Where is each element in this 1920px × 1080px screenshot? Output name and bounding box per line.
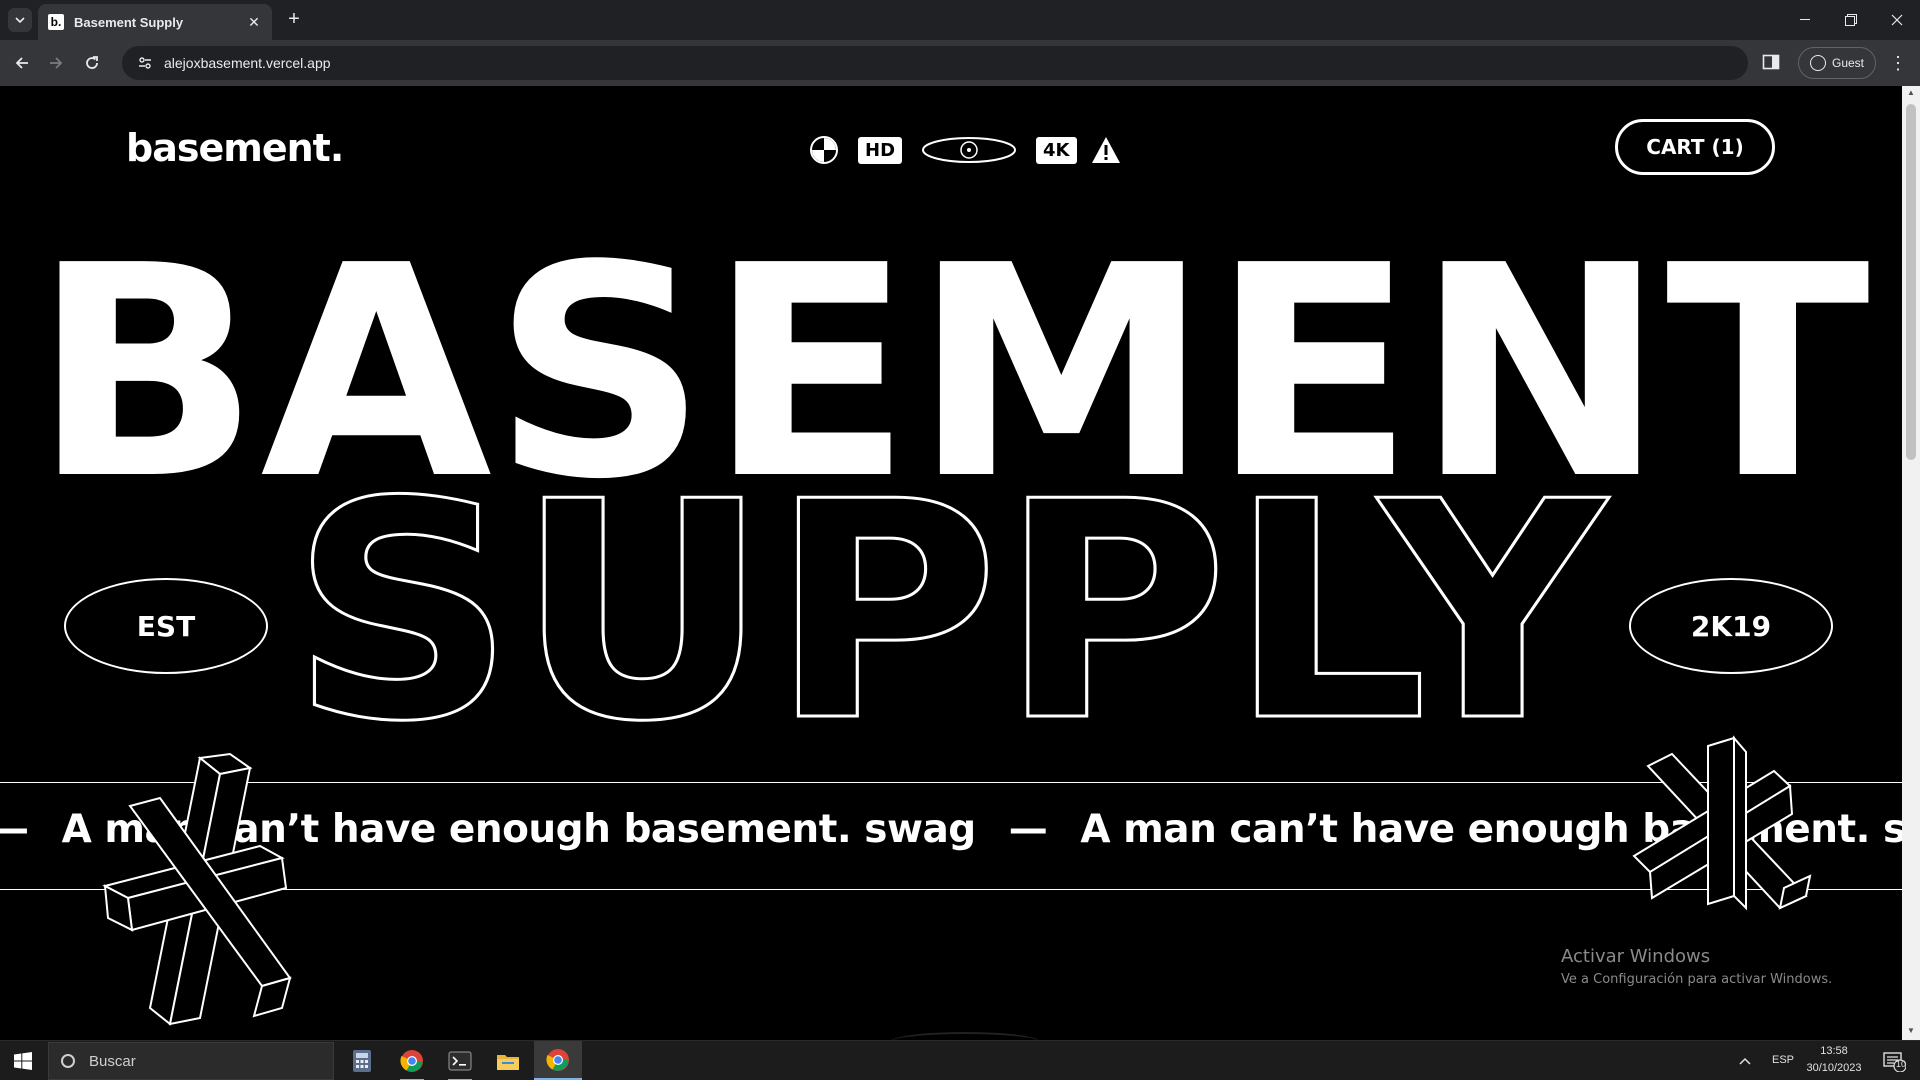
- taskbar-search-input[interactable]: Buscar: [48, 1042, 334, 1080]
- tab-list-icon[interactable]: [8, 8, 32, 32]
- tab-title: Basement Supply: [74, 14, 184, 30]
- search-placeholder: Buscar: [89, 1052, 136, 1070]
- restore-icon[interactable]: [1828, 0, 1874, 40]
- year-badge: 2K19: [1629, 578, 1833, 674]
- chrome-icon[interactable]: [388, 1041, 436, 1080]
- clock-time[interactable]: 13:58: [1796, 1045, 1872, 1057]
- back-icon[interactable]: [8, 49, 36, 77]
- url-text[interactable]: alejoxbasement.vercel.app: [164, 55, 331, 71]
- windows-taskbar: Buscar ESP 13:58 30/10/2023 10: [0, 1040, 1920, 1080]
- windows-activation-watermark: Activar Windows Ve a Configuración para …: [1561, 946, 1832, 987]
- side-panel-icon[interactable]: [1762, 53, 1782, 73]
- close-icon[interactable]: ✕: [246, 14, 262, 31]
- file-explorer-icon[interactable]: [484, 1041, 532, 1080]
- terminal-icon[interactable]: [436, 1041, 484, 1080]
- scroll-thumb[interactable]: [1906, 104, 1916, 460]
- page-viewport: basement. HD 4K CART (1) BASEMENT SUPPLY…: [0, 86, 1902, 1040]
- address-bar[interactable]: alejoxbasement.vercel.app: [122, 46, 1748, 80]
- marquee-dash: —: [1008, 807, 1048, 852]
- clock-date[interactable]: 30/10/2023: [1796, 1062, 1872, 1074]
- favicon: b.: [48, 14, 64, 30]
- browser-tab-strip: b. Basement Supply ✕ +: [0, 0, 1920, 40]
- chrome-icon[interactable]: [534, 1041, 582, 1080]
- kebab-menu-icon[interactable]: ⋮: [1886, 52, 1910, 76]
- scroll-up-icon[interactable]: ▲: [1906, 88, 1916, 98]
- forward-icon[interactable]: [42, 49, 70, 77]
- activation-title: Activar Windows: [1561, 946, 1711, 967]
- calculator-icon[interactable]: [338, 1041, 386, 1080]
- reload-icon[interactable]: [78, 49, 106, 77]
- notifications-icon[interactable]: 10: [1874, 1041, 1914, 1080]
- close-window-icon[interactable]: [1874, 0, 1920, 40]
- cross-3d-left-icon: [102, 752, 292, 1026]
- hero-line-supply: SUPPLY: [290, 438, 1609, 787]
- site-info-icon[interactable]: [136, 54, 154, 72]
- activation-subtitle: Ve a Configuración para activar Windows.: [1561, 972, 1833, 987]
- vertical-scrollbar[interactable]: ▲ ▼: [1902, 86, 1920, 1040]
- search-icon: [61, 1054, 75, 1068]
- cross-3d-right-icon: [1632, 735, 1812, 911]
- profile-icon: [1809, 55, 1826, 71]
- est-label: EST: [136, 609, 196, 643]
- language-indicator[interactable]: ESP: [1768, 1054, 1798, 1066]
- notification-count: 10: [1896, 1059, 1907, 1069]
- windows-start-icon[interactable]: [0, 1041, 46, 1080]
- est-badge: EST: [64, 578, 268, 674]
- year-label: 2K19: [1690, 609, 1772, 643]
- tray-chevron-up-icon[interactable]: [1730, 1041, 1760, 1080]
- new-tab-icon[interactable]: +: [282, 8, 306, 32]
- profile-label: Guest: [1831, 56, 1864, 70]
- profile-button[interactable]: Guest: [1798, 47, 1876, 79]
- scroll-down-icon[interactable]: ▼: [1906, 1026, 1916, 1036]
- minimize-icon[interactable]: [1782, 0, 1828, 40]
- browser-toolbar: alejoxbasement.vercel.app Guest ⋮: [0, 40, 1920, 86]
- browser-tab[interactable]: b. Basement Supply ✕: [38, 4, 272, 40]
- marquee-dash: —: [0, 807, 29, 852]
